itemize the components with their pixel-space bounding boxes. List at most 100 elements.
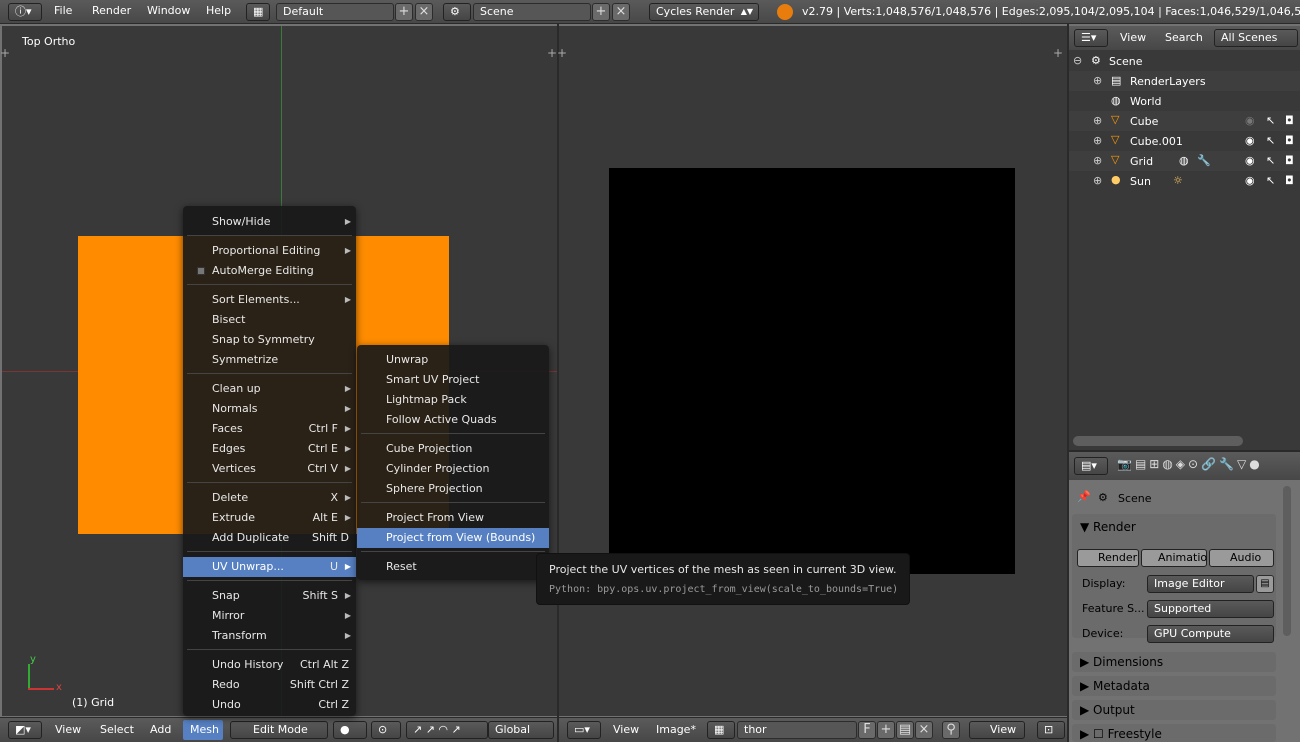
image-view-menu[interactable]: View xyxy=(613,723,639,736)
menu-item-snap[interactable]: Snap Shift S ▶ xyxy=(183,586,356,606)
menu-item-project-from-view-bounds[interactable]: Project from View (Bounds) xyxy=(357,528,549,548)
menu-item-extrude[interactable]: Extrude Alt E ▶ xyxy=(183,508,356,528)
remove-screen-button[interactable]: × xyxy=(415,3,433,21)
menu-item-delete[interactable]: Delete X ▶ xyxy=(183,488,356,508)
image-tools-plus-icon[interactable]: + xyxy=(557,46,567,60)
visibility-eye-icon[interactable]: ◉ xyxy=(1245,114,1255,127)
image-view-mode-dropdown[interactable]: View xyxy=(969,721,1025,739)
menu-item-undo-history[interactable]: Undo History Ctrl Alt Z xyxy=(183,655,356,675)
outliner-scrollbar[interactable] xyxy=(1073,436,1243,446)
image-menu[interactable]: Image* xyxy=(656,723,696,736)
menu-item-unwrap[interactable]: Unwrap xyxy=(357,350,549,370)
outliner-display-mode-dropdown[interactable]: All Scenes xyxy=(1214,29,1298,47)
menu-item-cube-projection[interactable]: Cube Projection xyxy=(357,439,549,459)
render-engine-dropdown[interactable]: Cycles Render ▲▼ xyxy=(649,3,759,21)
editor-type-properties-button[interactable]: ▤▾ xyxy=(1074,457,1108,475)
menu-item-follow-active-quads[interactable]: Follow Active Quads xyxy=(357,410,549,430)
image-browse-icon[interactable]: ▦ xyxy=(707,721,735,739)
visibility-eye-icon[interactable]: ◉ xyxy=(1245,154,1255,167)
outliner-row-sun[interactable]: ⊕ ● Sun ☼ ◉ ↖ ◘ xyxy=(1069,171,1300,191)
menu-item-bisect[interactable]: Bisect xyxy=(183,310,356,330)
outliner-search-menu[interactable]: Search xyxy=(1165,31,1203,44)
menu-window[interactable]: Window xyxy=(147,4,190,17)
menu-item-sort-elements[interactable]: Sort Elements... ▶ xyxy=(183,290,356,310)
outliner-row-world[interactable]: ◍ World xyxy=(1069,91,1300,111)
editor-type-image-button[interactable]: ▭▾ xyxy=(567,721,601,739)
menu-item-add-duplicate[interactable]: Add Duplicate Shift D xyxy=(183,528,356,548)
render-button[interactable]: Render xyxy=(1077,549,1139,567)
mode-dropdown[interactable]: Edit Mode xyxy=(230,721,328,739)
outliner-row-scene[interactable]: ⊖ ⚙ Scene xyxy=(1069,51,1300,71)
scene-field[interactable]: Scene xyxy=(473,3,591,21)
header-add-menu[interactable]: Add xyxy=(150,723,171,736)
menu-item-faces[interactable]: Faces Ctrl F ▶ xyxy=(183,419,356,439)
menu-item-reset[interactable]: Reset xyxy=(357,557,549,577)
render-camera-icon[interactable]: ◘ xyxy=(1285,114,1294,127)
device-dropdown[interactable]: GPU Compute xyxy=(1147,625,1274,643)
menu-item-snap-to-symmetry[interactable]: Snap to Symmetry xyxy=(183,330,356,350)
render-image-canvas[interactable] xyxy=(609,168,1015,574)
visibility-eye-icon[interactable]: ◉ xyxy=(1245,174,1255,187)
outliner-row-grid[interactable]: ⊕ ▽ Grid ◍ 🔧 ◉ ↖ ◘ xyxy=(1069,151,1300,171)
remove-scene-button[interactable]: × xyxy=(612,3,630,21)
menu-item-edges[interactable]: Edges Ctrl E ▶ xyxy=(183,439,356,459)
menu-item-mirror[interactable]: Mirror ▶ xyxy=(183,606,356,626)
screen-layout-icon[interactable]: ▦ xyxy=(246,3,270,21)
select-arrow-icon[interactable]: ↖ xyxy=(1266,154,1275,167)
image-editor-area[interactable]: + + xyxy=(557,26,1067,716)
menu-item-smart-uv-project[interactable]: Smart UV Project xyxy=(357,370,549,390)
tools-toggle-plus-icon[interactable]: + xyxy=(0,46,10,60)
toolshelf-toggle-plus-icon[interactable]: + xyxy=(547,46,557,60)
menu-help[interactable]: Help xyxy=(206,4,231,17)
image-name-field[interactable]: thor xyxy=(737,721,857,739)
menu-item-project-from-view[interactable]: Project From View xyxy=(357,508,549,528)
fake-user-button[interactable]: F xyxy=(858,721,876,739)
feature-set-dropdown[interactable]: Supported xyxy=(1147,600,1274,618)
pin-image-button[interactable]: ⚲ xyxy=(942,721,960,739)
outliner-row-cube001[interactable]: ⊕ ▽ Cube.001 ◉ ↖ ◘ xyxy=(1069,131,1300,151)
automerge-checkbox[interactable] xyxy=(197,267,205,275)
outliner-row-cube[interactable]: ⊕ ▽ Cube ◉ ↖ ◘ xyxy=(1069,111,1300,131)
render-camera-icon[interactable]: ◘ xyxy=(1285,154,1294,167)
render-camera-icon[interactable]: ◘ xyxy=(1285,174,1294,187)
menu-item-symmetrize[interactable]: Symmetrize xyxy=(183,350,356,370)
menu-item-cylinder-projection[interactable]: Cylinder Projection xyxy=(357,459,549,479)
menu-item-proportional-editing[interactable]: Proportional Editing ▶ xyxy=(183,241,356,261)
header-mesh-menu[interactable]: Mesh xyxy=(183,720,223,740)
select-arrow-icon[interactable]: ↖ xyxy=(1266,134,1275,147)
new-image-button[interactable]: + xyxy=(877,721,895,739)
render-audio-button[interactable]: Audio xyxy=(1209,549,1274,567)
editor-type-outliner-button[interactable]: ☰▾ xyxy=(1074,29,1108,47)
manipulator-buttons[interactable]: ↗ ↗ ◠ ↗ xyxy=(406,721,488,739)
header-view-menu[interactable]: View xyxy=(55,723,81,736)
display-dropdown[interactable]: Image Editor xyxy=(1147,575,1254,593)
menu-item-transform[interactable]: Transform ▶ xyxy=(183,626,356,646)
unlink-image-button[interactable]: × xyxy=(915,721,933,739)
select-arrow-icon[interactable]: ↖ xyxy=(1266,114,1275,127)
render-animation-button[interactable]: Animatio xyxy=(1141,549,1207,567)
pin-icon[interactable]: 📌 xyxy=(1077,490,1091,503)
pivot-dropdown[interactable]: ⊙ xyxy=(371,721,401,739)
freestyle-panel[interactable]: ▶ ☐ Freestyle xyxy=(1072,724,1276,742)
properties-context-tabs[interactable]: 📷▤⊞◍◈⊙🔗🔧▽● xyxy=(1117,457,1293,475)
menu-item-normals[interactable]: Normals ▶ xyxy=(183,399,356,419)
dimensions-panel[interactable]: ▶ Dimensions xyxy=(1072,652,1276,672)
open-image-button[interactable]: ▤ xyxy=(896,721,914,739)
menu-item-automerge-editing[interactable]: AutoMerge Editing xyxy=(183,261,356,281)
menu-item-clean-up[interactable]: Clean up ▶ xyxy=(183,379,356,399)
menu-item-redo[interactable]: Redo Shift Ctrl Z xyxy=(183,675,356,695)
outliner-row-renderlayers[interactable]: ⊕ ▤ RenderLayers xyxy=(1069,71,1300,91)
menu-item-undo[interactable]: Undo Ctrl Z xyxy=(183,695,356,715)
render-camera-icon[interactable]: ◘ xyxy=(1285,134,1294,147)
menu-item-uv-unwrap[interactable]: UV Unwrap... U ▶ xyxy=(183,557,356,577)
outliner-view-menu[interactable]: View xyxy=(1120,31,1146,44)
editor-type-info-button[interactable]: ⓘ▾ xyxy=(8,3,42,21)
menu-item-show-hide[interactable]: Show/Hide ▶ xyxy=(183,212,356,232)
menu-item-lightmap-pack[interactable]: Lightmap Pack xyxy=(357,390,549,410)
metadata-panel[interactable]: ▶ Metadata xyxy=(1072,676,1276,696)
visibility-eye-icon[interactable]: ◉ xyxy=(1245,134,1255,147)
add-scene-button[interactable]: + xyxy=(592,3,610,21)
image-props-plus-icon[interactable]: + xyxy=(1053,46,1063,60)
render-panel-header[interactable]: ▼ Render xyxy=(1080,520,1136,534)
render-slot-icon[interactable]: ⊡ xyxy=(1037,721,1065,739)
